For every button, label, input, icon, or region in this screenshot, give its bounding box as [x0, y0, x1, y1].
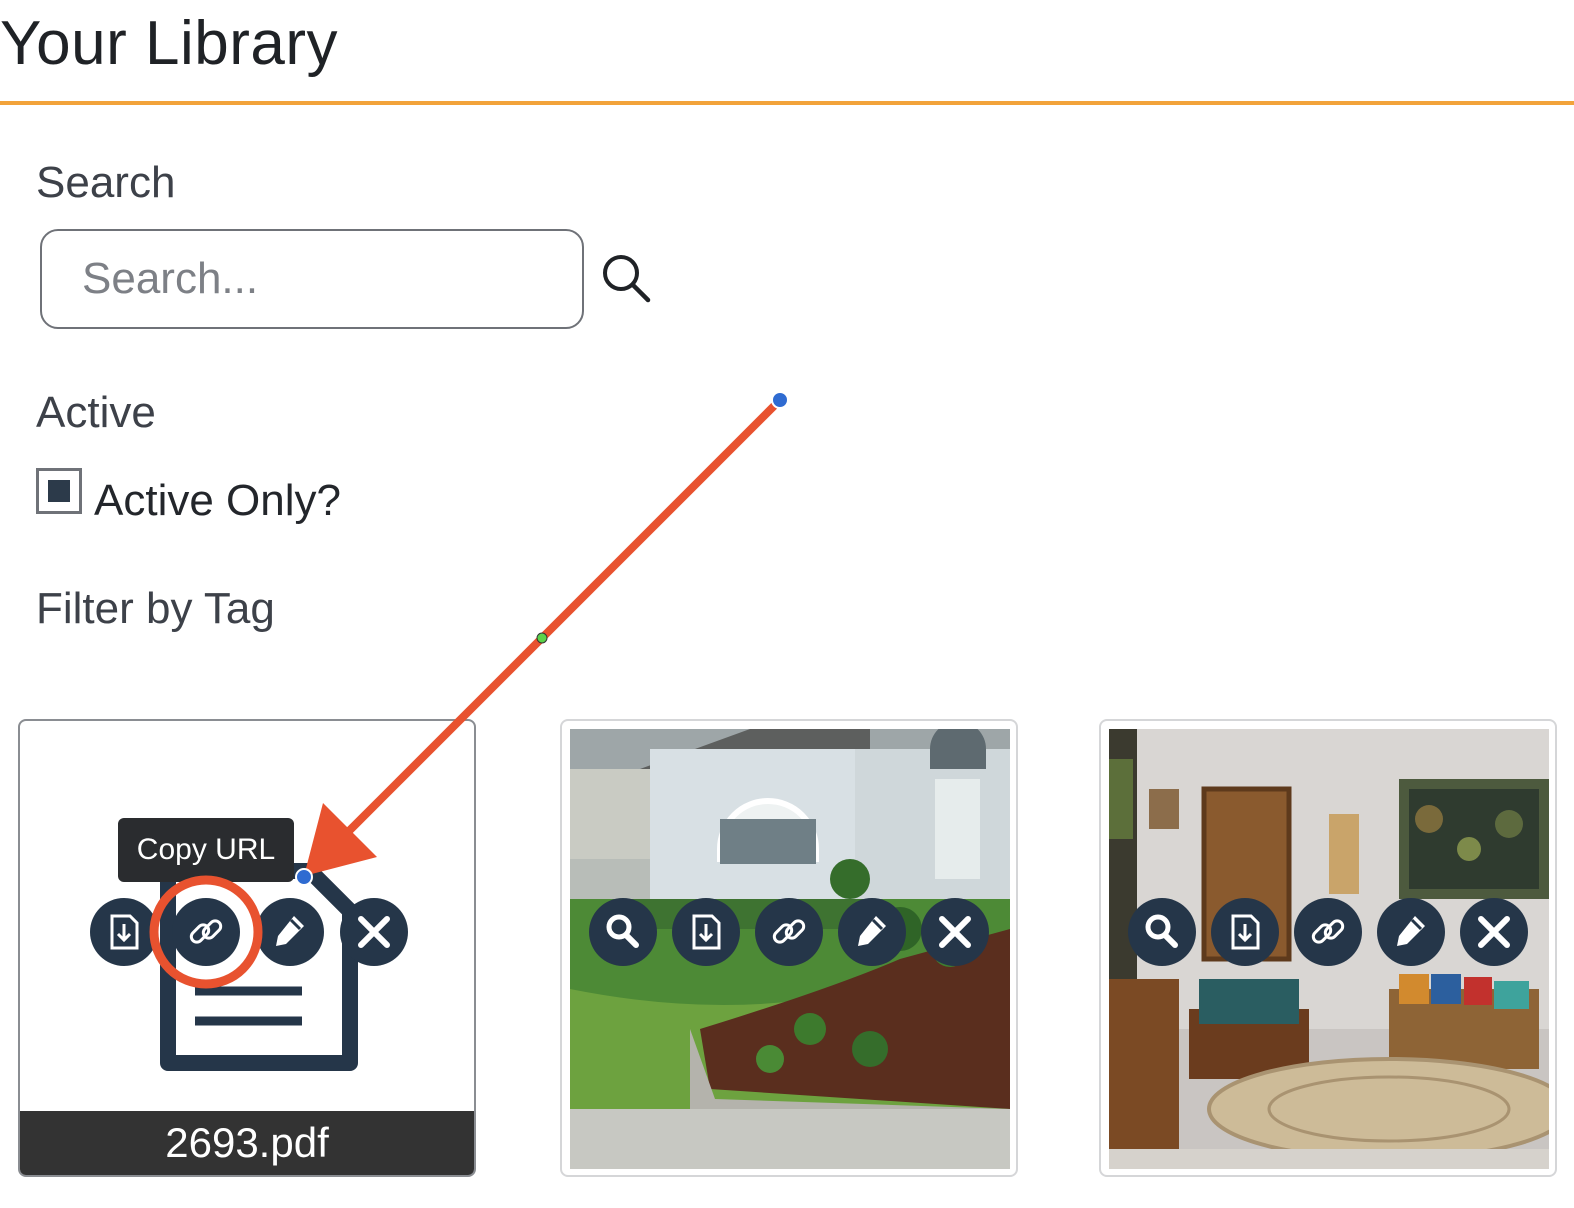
search-icon: [1145, 914, 1178, 948]
search-icon: [606, 914, 639, 948]
pencil-icon: [1397, 916, 1425, 946]
download-icon: [110, 914, 139, 950]
file-name: 2693.pdf: [20, 1111, 474, 1175]
active-label: Active: [36, 388, 156, 437]
download-button[interactable]: [1211, 898, 1279, 966]
preview-button[interactable]: [589, 898, 657, 966]
close-icon: [358, 916, 390, 948]
link-icon: [772, 919, 806, 944]
filter-by-tag-label: Filter by Tag: [36, 584, 275, 633]
copy-url-button[interactable]: [755, 898, 823, 966]
search-input[interactable]: [42, 231, 582, 327]
checkbox-check-mark: [48, 480, 70, 502]
active-only-checkbox[interactable]: [36, 468, 82, 514]
download-button[interactable]: [672, 898, 740, 966]
pencil-icon: [276, 916, 304, 946]
search-icon[interactable]: [598, 250, 654, 306]
close-icon: [1478, 916, 1510, 948]
copy-url-tooltip: Copy URL: [118, 818, 294, 882]
edit-button[interactable]: [256, 898, 324, 966]
title-divider: [0, 101, 1574, 105]
copy-url-button[interactable]: [172, 898, 240, 966]
delete-button[interactable]: [1460, 898, 1528, 966]
pencil-icon: [858, 916, 886, 946]
edit-button[interactable]: [838, 898, 906, 966]
copy-url-button[interactable]: [1294, 898, 1362, 966]
download-icon: [1231, 914, 1260, 950]
preview-button[interactable]: [1128, 898, 1196, 966]
download-icon: [692, 914, 721, 950]
delete-button[interactable]: [340, 898, 408, 966]
edit-button[interactable]: [1377, 898, 1445, 966]
link-icon: [189, 919, 223, 944]
delete-button[interactable]: [921, 898, 989, 966]
search-field[interactable]: [40, 229, 584, 329]
search-label: Search: [36, 158, 176, 207]
page-title: Your Library: [0, 9, 339, 78]
download-button[interactable]: [90, 898, 158, 966]
link-icon: [1311, 919, 1345, 944]
close-icon: [939, 916, 971, 948]
annotation-handle-start: [771, 391, 789, 409]
active-only-label[interactable]: Active Only?: [94, 476, 341, 526]
annotation-handle-mid: [536, 632, 548, 644]
